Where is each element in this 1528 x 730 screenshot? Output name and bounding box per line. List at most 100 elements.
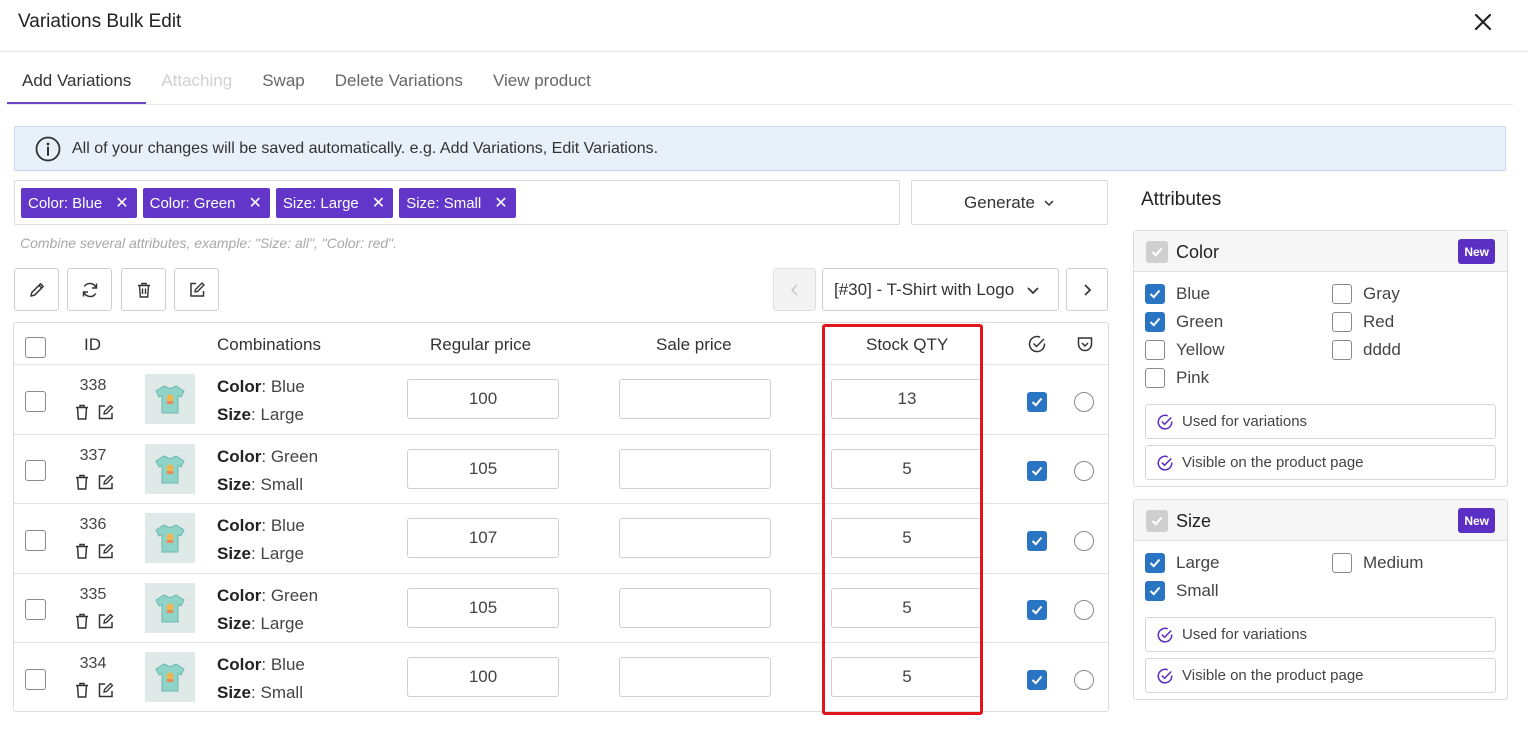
product-thumbnail (145, 652, 195, 702)
attribute-select-checkbox[interactable] (1146, 510, 1168, 532)
edit-icon[interactable] (97, 473, 115, 491)
select-all-checkbox[interactable] (25, 337, 46, 358)
option-checkbox[interactable] (1145, 340, 1165, 360)
refresh-button[interactable] (67, 268, 112, 311)
sale-price-input[interactable] (619, 379, 771, 419)
edit-icon[interactable] (97, 403, 115, 421)
attribute-option[interactable]: Large (1145, 553, 1219, 573)
new-term-button[interactable]: New (1458, 239, 1495, 264)
remove-tag-icon[interactable]: ✕ (248, 193, 261, 213)
delete-button[interactable] (121, 268, 166, 311)
generate-button[interactable]: Generate (911, 180, 1108, 225)
trash-icon[interactable] (73, 681, 91, 699)
attribute-group-header: Size New (1134, 500, 1507, 541)
option-checkbox[interactable] (1332, 312, 1352, 332)
sale-price-input[interactable] (619, 449, 771, 489)
option-checkbox[interactable] (1145, 368, 1165, 388)
remove-tag-icon[interactable]: ✕ (115, 193, 128, 213)
attribute-option[interactable]: Gray (1332, 284, 1400, 304)
regular-price-input[interactable]: 100 (407, 657, 559, 697)
default-variation-radio[interactable] (1074, 531, 1094, 551)
bulk-edit-button[interactable] (174, 268, 219, 311)
stock-qty-input[interactable]: 5 (831, 588, 983, 628)
stock-qty-input[interactable]: 5 (831, 449, 983, 489)
edit-icon[interactable] (97, 612, 115, 630)
sale-price-input[interactable] (619, 588, 771, 628)
default-variation-radio[interactable] (1074, 600, 1094, 620)
option-checkbox[interactable] (1332, 553, 1352, 573)
checkmark-icon (1031, 536, 1043, 546)
row-select-checkbox[interactable] (25, 460, 46, 481)
option-checkbox[interactable] (1145, 312, 1165, 332)
tab-add-variations[interactable]: Add Variations (7, 56, 147, 105)
trash-icon[interactable] (73, 542, 91, 560)
tab-attaching[interactable]: Attaching (146, 56, 247, 104)
close-icon[interactable] (1471, 10, 1495, 34)
attribute-option[interactable]: Green (1145, 312, 1223, 332)
enabled-checkbox[interactable] (1027, 392, 1047, 412)
sale-price-input[interactable] (619, 518, 771, 558)
stock-qty-input[interactable]: 5 (831, 518, 983, 558)
regular-price-input[interactable]: 105 (407, 588, 559, 628)
default-variation-radio[interactable] (1074, 392, 1094, 412)
attribute-value: : Large (251, 614, 304, 633)
attribute-option[interactable]: Medium (1332, 553, 1423, 573)
row-divider (14, 642, 1108, 643)
attribute-option[interactable]: Pink (1145, 368, 1209, 388)
sale-price-input[interactable] (619, 657, 771, 697)
visible-on-product-page-toggle[interactable]: Visible on the product page (1145, 658, 1496, 693)
row-select-checkbox[interactable] (25, 530, 46, 551)
regular-price-input[interactable]: 105 (407, 449, 559, 489)
product-select[interactable]: [#30] - T-Shirt with Logo (822, 268, 1059, 311)
option-checkbox[interactable] (1332, 340, 1352, 360)
option-checkbox[interactable] (1145, 581, 1165, 601)
option-checkbox[interactable] (1332, 284, 1352, 304)
remove-tag-icon[interactable]: ✕ (494, 193, 507, 213)
attribute-option[interactable]: Yellow (1145, 340, 1225, 360)
variation-combination: Color: Blue Size: Large (217, 512, 305, 568)
stock-qty-input[interactable]: 5 (831, 657, 983, 697)
attribute-tags-input[interactable]: Color: Blue ✕ Color: Green ✕ Size: Large ✕ … (14, 180, 900, 225)
trash-icon[interactable] (73, 612, 91, 630)
attribute-tag: Color: Green ✕ (142, 188, 270, 218)
attribute-name: Size (217, 683, 252, 702)
tab-swap[interactable]: Swap (247, 56, 320, 104)
enabled-checkbox[interactable] (1027, 531, 1047, 551)
row-select-checkbox[interactable] (25, 669, 46, 690)
attribute-option[interactable]: Small (1145, 581, 1219, 601)
enabled-checkbox[interactable] (1027, 600, 1047, 620)
tshirt-icon (155, 385, 185, 414)
attribute-option[interactable]: Red (1332, 312, 1394, 332)
visible-on-product-page-toggle[interactable]: Visible on the product page (1145, 445, 1496, 480)
stock-qty-input[interactable]: 13 (831, 379, 983, 419)
regular-price-input[interactable]: 107 (407, 518, 559, 558)
row-select-checkbox[interactable] (25, 599, 46, 620)
option-checkbox[interactable] (1145, 284, 1165, 304)
edit-icon[interactable] (97, 542, 115, 560)
next-product-button[interactable] (1066, 268, 1108, 311)
tab-delete-variations[interactable]: Delete Variations (320, 56, 478, 104)
attribute-select-checkbox[interactable] (1146, 241, 1168, 263)
edit-icon[interactable] (97, 681, 115, 699)
default-variation-radio[interactable] (1074, 670, 1094, 690)
trash-icon[interactable] (73, 473, 91, 491)
row-select-checkbox[interactable] (25, 391, 46, 412)
variation-id: 336 (79, 516, 107, 533)
used-for-variations-toggle[interactable]: Used for variations (1145, 404, 1496, 439)
option-label: Green (1176, 312, 1224, 331)
tab-view-product[interactable]: View product (478, 56, 606, 104)
option-checkbox[interactable] (1145, 553, 1165, 573)
enabled-checkbox[interactable] (1027, 461, 1047, 481)
previous-product-button[interactable] (773, 268, 816, 311)
attribute-option[interactable]: Blue (1145, 284, 1210, 304)
default-variation-radio[interactable] (1074, 461, 1094, 481)
regular-price-input[interactable]: 100 (407, 379, 559, 419)
trash-icon[interactable] (73, 403, 91, 421)
remove-tag-icon[interactable]: ✕ (372, 193, 385, 213)
used-for-variations-toggle[interactable]: Used for variations (1145, 617, 1496, 652)
attribute-option[interactable]: dddd (1332, 340, 1401, 360)
option-label: Pink (1176, 368, 1210, 387)
new-term-button[interactable]: New (1458, 508, 1495, 533)
enabled-checkbox[interactable] (1027, 670, 1047, 690)
edit-button[interactable] (14, 268, 59, 311)
